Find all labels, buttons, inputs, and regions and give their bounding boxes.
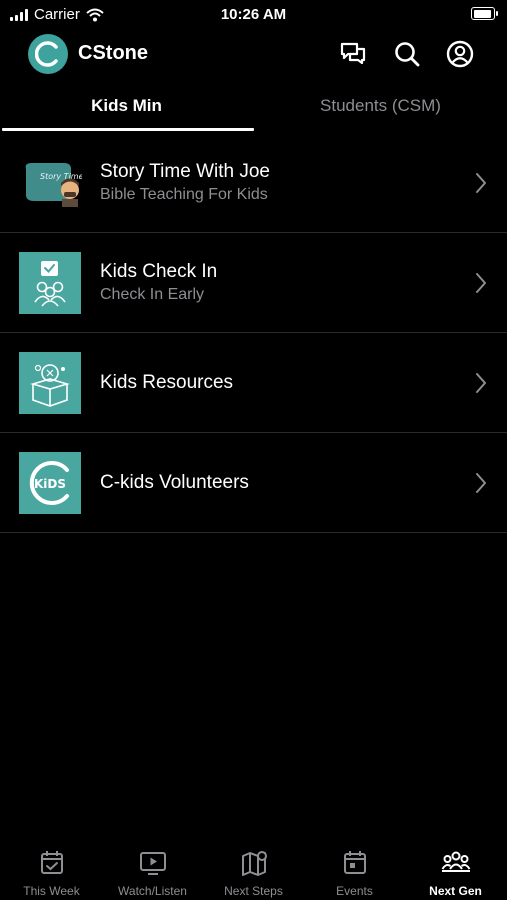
active-tab-indicator [2, 128, 254, 131]
chevron-right-icon [476, 373, 486, 393]
tabbar-next-steps[interactable]: Next Steps [203, 848, 304, 898]
chat-icon[interactable] [338, 39, 368, 69]
play-screen-icon [139, 852, 166, 875]
row-title: Kids Resources [100, 372, 234, 393]
content-list: Story Time! Story Time With Joe Bible Te… [0, 133, 507, 533]
tabbar-next-gen[interactable]: Next Gen [405, 848, 506, 898]
battery-icon [471, 7, 498, 20]
tabbar-label: This Week [23, 884, 80, 898]
list-item-kids-check-in[interactable]: Kids Check In Check In Early [0, 233, 507, 333]
list-item-story-time[interactable]: Story Time! Story Time With Joe Bible Te… [0, 133, 507, 233]
tab-kids-min[interactable]: Kids Min [0, 90, 253, 130]
tabbar-events[interactable]: Events [304, 848, 405, 898]
status-time: 10:26 AM [220, 6, 287, 23]
bottom-tab-bar: This Week Watch/Listen Next Steps Events [0, 840, 507, 900]
list-item-c-kids-volunteers[interactable]: KiDS C-kids Volunteers [0, 433, 507, 533]
status-bar: Carrier 10:26 AM [0, 0, 507, 28]
app-title: CStone [78, 42, 148, 64]
row-title: Kids Check In [100, 261, 218, 282]
chevron-right-icon [476, 173, 486, 193]
search-icon[interactable] [392, 39, 422, 69]
row-subtitle: Check In Early [100, 286, 205, 303]
svg-text:KiDS: KiDS [34, 477, 66, 491]
tabbar-label: Events [336, 884, 373, 898]
tabbar-label: Next Steps [224, 884, 283, 898]
check-in-thumbnail [19, 252, 81, 314]
chevron-right-icon [476, 273, 486, 293]
story-time-thumbnail: Story Time! [22, 159, 82, 207]
app-header: CStone [0, 32, 507, 74]
tabbar-label: Watch/Listen [118, 884, 187, 898]
tab-students-csm[interactable]: Students (CSM) [254, 90, 507, 130]
calendar-check-icon [40, 851, 63, 874]
row-subtitle: Bible Teaching For Kids [100, 186, 268, 203]
tabbar-watch-listen[interactable]: Watch/Listen [102, 848, 203, 898]
tabbar-label: Next Gen [429, 884, 482, 898]
calendar-icon [343, 851, 366, 874]
row-title: Story Time With Joe [100, 161, 270, 182]
resources-thumbnail [19, 352, 81, 414]
map-pin-icon [241, 851, 267, 876]
row-title: C-kids Volunteers [100, 472, 249, 493]
profile-icon[interactable] [445, 39, 475, 69]
tabbar-this-week[interactable]: This Week [1, 848, 102, 898]
cstone-logo [28, 34, 68, 74]
chevron-right-icon [476, 473, 486, 493]
c-kids-logo-thumbnail: KiDS [19, 452, 81, 514]
segment-tabs: Kids Min Students (CSM) [0, 90, 507, 134]
list-item-kids-resources[interactable]: Kids Resources [0, 333, 507, 433]
group-icon [441, 851, 470, 872]
svg-text:Story Time!: Story Time! [40, 172, 82, 181]
